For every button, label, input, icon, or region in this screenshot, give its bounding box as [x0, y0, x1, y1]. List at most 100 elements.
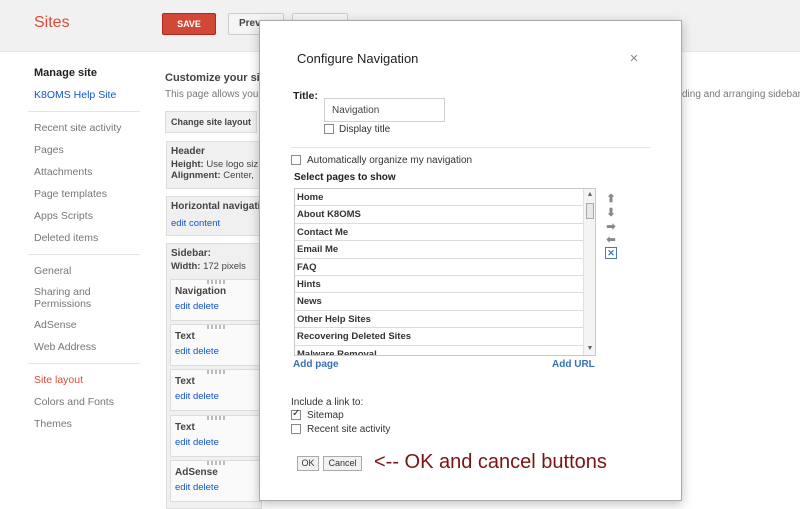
gadget-actions: edit delete: [171, 478, 261, 493]
customize-title: Customize your site: [165, 72, 270, 84]
gadget-edit-link[interactable]: edit: [175, 346, 190, 357]
sidebar-item-general[interactable]: General: [34, 260, 140, 282]
sitemap-option[interactable]: Sitemap: [291, 408, 344, 421]
scroll-down-arrow-icon[interactable]: ▼: [584, 343, 595, 355]
auto-organize-option[interactable]: Automatically organize my navigation: [291, 155, 472, 166]
customize-description: This page allows you: [165, 89, 259, 100]
sidebar-item-pages[interactable]: Pages: [34, 139, 140, 161]
recent-activity-checkbox[interactable]: [291, 424, 301, 435]
list-item[interactable]: Malware Removal: [295, 346, 585, 355]
pages-scrollbar[interactable]: ▲ ▼: [583, 189, 595, 355]
gadget-title: Text: [175, 376, 195, 387]
gadget-title: Text: [175, 331, 195, 342]
gadget-title: Navigation: [175, 286, 227, 297]
header-height-row: Height: Use logo siz: [171, 159, 259, 170]
sidebar-divider: [28, 254, 140, 255]
title-input[interactable]: [324, 98, 445, 122]
gadget-text[interactable]: Text edit delete: [170, 415, 262, 457]
change-site-layout-button[interactable]: Change site layout: [165, 111, 257, 133]
site-name-link[interactable]: K8OMS Help Site: [34, 84, 140, 106]
sidebar-item-themes[interactable]: Themes: [34, 413, 140, 435]
header-block-title: Header: [171, 146, 205, 157]
gadget-actions: edit delete: [171, 433, 261, 448]
sidebar-item-adsense[interactable]: AdSense: [34, 314, 140, 336]
sidebar-divider: [28, 363, 140, 364]
close-icon[interactable]: ×: [628, 51, 640, 66]
title-label: Title:: [293, 90, 318, 102]
list-item[interactable]: Recovering Deleted Sites: [295, 328, 585, 346]
display-title-option[interactable]: Display title: [324, 124, 390, 135]
move-left-icon[interactable]: ⬅: [605, 234, 617, 246]
move-down-icon[interactable]: ⬇: [605, 207, 617, 219]
cancel-button[interactable]: Cancel: [323, 456, 362, 471]
sidebar-item-colors-fonts[interactable]: Colors and Fonts: [34, 391, 140, 413]
gadget-text[interactable]: Text edit delete: [170, 369, 262, 411]
sidebar-item-apps-scripts[interactable]: Apps Scripts: [34, 205, 140, 227]
auto-organize-label: Automatically organize my navigation: [307, 155, 473, 166]
sidebar-item-sharing[interactable]: Sharing and Permissions: [34, 282, 140, 314]
recent-activity-option[interactable]: Recent site activity: [291, 424, 390, 435]
gadget-delete-link[interactable]: delete: [193, 391, 219, 402]
list-item[interactable]: Home: [295, 189, 585, 207]
header-block[interactable]: Header Height: Use logo siz Alignment: C…: [166, 141, 262, 189]
configure-navigation-dialog: Configure Navigation × Title: Display ti…: [259, 20, 682, 501]
gadget-delete-link[interactable]: delete: [193, 437, 219, 448]
gadget-actions: edit delete: [171, 342, 261, 357]
sidebar-block-title: Sidebar:: [171, 248, 212, 259]
gadget-edit-link[interactable]: edit: [175, 391, 190, 402]
add-page-link[interactable]: Add page: [293, 359, 339, 370]
move-right-icon[interactable]: ➡: [605, 221, 617, 233]
sidebar-item-web-address[interactable]: Web Address: [34, 336, 140, 358]
app-title[interactable]: Sites: [34, 14, 70, 32]
add-url-link[interactable]: Add URL: [552, 359, 595, 370]
scroll-up-arrow-icon[interactable]: ▲: [584, 189, 595, 201]
gadget-delete-link[interactable]: delete: [193, 301, 219, 312]
remove-icon[interactable]: ✕: [605, 247, 617, 259]
save-button[interactable]: SAVE: [162, 13, 216, 35]
dialog-title: Configure Navigation: [297, 51, 419, 66]
gadget-title: AdSense: [175, 467, 218, 478]
ok-button[interactable]: OK: [297, 456, 319, 471]
customize-description-right: ding and arranging sidebar ite: [682, 89, 800, 100]
edit-content-link[interactable]: edit content: [167, 212, 261, 229]
gadget-edit-link[interactable]: edit: [175, 301, 190, 312]
manage-site-heading: Manage site: [34, 67, 97, 79]
sidebar-item-site-layout[interactable]: Site layout: [34, 369, 140, 391]
gadget-actions: edit delete: [171, 387, 261, 402]
gadget-edit-link[interactable]: edit: [175, 482, 190, 493]
scroll-thumb[interactable]: [586, 203, 594, 219]
list-item[interactable]: Contact Me: [295, 224, 585, 242]
dialog-divider: [291, 147, 650, 148]
gadget-edit-link[interactable]: edit: [175, 437, 190, 448]
sitemap-label: Sitemap: [307, 410, 344, 421]
list-item[interactable]: FAQ: [295, 259, 585, 276]
gadget-navigation[interactable]: Navigation edit delete: [170, 279, 262, 321]
list-item[interactable]: News: [295, 293, 585, 311]
display-title-checkbox[interactable]: [324, 124, 334, 135]
auto-organize-checkbox[interactable]: [291, 155, 301, 166]
gadget-delete-link[interactable]: delete: [193, 346, 219, 357]
horizontal-nav-block[interactable]: Horizontal navigati edit content: [166, 196, 262, 236]
move-up-icon[interactable]: ⬆: [605, 193, 617, 205]
gadget-adsense[interactable]: AdSense edit delete: [170, 460, 262, 502]
list-item[interactable]: Email Me: [295, 241, 585, 259]
gadget-text[interactable]: Text edit delete: [170, 324, 262, 366]
annotation-text: <-- OK and cancel buttons: [374, 451, 607, 473]
manage-site-sidebar: Manage site K8OMS Help Site Recent site …: [28, 62, 140, 435]
select-pages-label: Select pages to show: [294, 172, 396, 183]
sidebar-item-page-templates[interactable]: Page templates: [34, 183, 140, 205]
list-item[interactable]: About K8OMS: [295, 206, 585, 224]
sitemap-checkbox[interactable]: [291, 408, 301, 421]
list-item[interactable]: Hints: [295, 276, 585, 294]
sidebar-divider: [28, 111, 140, 112]
display-title-label: Display title: [339, 124, 391, 135]
sidebar-item-deleted-items[interactable]: Deleted items: [34, 227, 140, 249]
gadget-title: Text: [175, 422, 195, 433]
sidebar-item-recent-activity[interactable]: Recent site activity: [34, 117, 140, 139]
list-item[interactable]: Other Help Sites: [295, 311, 585, 329]
sidebar-item-attachments[interactable]: Attachments: [34, 161, 140, 183]
gadget-delete-link[interactable]: delete: [193, 482, 219, 493]
pages-list[interactable]: Home About K8OMS Contact Me Email Me FAQ…: [294, 188, 596, 356]
gadget-actions: edit delete: [171, 297, 261, 312]
recent-activity-label: Recent site activity: [307, 424, 391, 435]
